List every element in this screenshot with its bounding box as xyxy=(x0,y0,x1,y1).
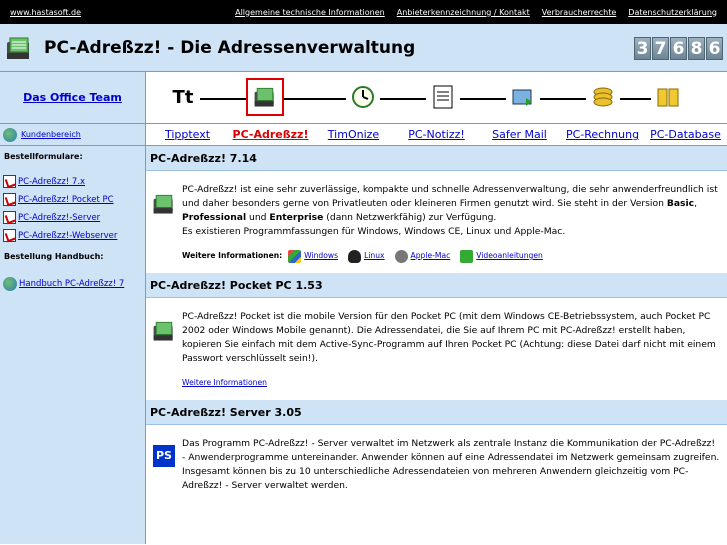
more-info-link[interactable]: Weitere Informationen xyxy=(182,376,267,390)
link-windows[interactable]: Windows xyxy=(304,249,338,263)
tab-pc-notizz[interactable]: PC-Notizz! xyxy=(395,128,478,141)
bestell-heading: Bestellformulare: xyxy=(4,152,83,161)
apple-icon xyxy=(394,249,408,263)
pdf-icon xyxy=(3,175,16,188)
pc-adresszz-icon[interactable] xyxy=(246,78,284,116)
section-body: PC-Adreßzz! ist eine sehr zuverlässige, … xyxy=(146,171,727,273)
address-book-icon xyxy=(153,194,173,214)
section-title: PC-Adreßzz! Pocket PC 1.53 xyxy=(146,273,727,298)
globe-icon xyxy=(3,277,17,291)
sidebar-item[interactable]: PC-Adreßzz!-Server xyxy=(3,211,142,224)
section-title: PC-Adreßzz! 7.14 xyxy=(146,146,727,171)
sidebar-item[interactable]: PC-Adreßzz!-Webserver xyxy=(3,229,142,242)
address-book-icon xyxy=(153,321,173,341)
tab-pc-rechnung[interactable]: PC-Rechnung xyxy=(561,128,644,141)
site-link[interactable]: www.hastasoft.de xyxy=(10,8,81,17)
pdf-icon xyxy=(3,211,16,224)
tab-tipptext[interactable]: Tipptext xyxy=(146,128,229,141)
clock-icon[interactable] xyxy=(346,80,380,114)
section-body: PS Das Programm PC-Adreßzz! - Server ver… xyxy=(146,425,727,503)
tipptext-icon[interactable]: Tt xyxy=(166,80,200,114)
header: PC-Adreßzz! - Die Adressenverwaltung 3 7… xyxy=(0,24,727,72)
windows-icon xyxy=(288,249,302,263)
sidebar-item[interactable]: PC-Adreßzz! Pocket PC xyxy=(3,193,142,206)
section-body: PC-Adreßzz! Pocket ist die mobile Versio… xyxy=(146,298,727,400)
tab-timonize[interactable]: TimOnize xyxy=(312,128,395,141)
more-info-links: Weitere Informationen: Windows Linux App… xyxy=(182,249,721,263)
top-bar: www.hastasoft.de Allgemeine technische I… xyxy=(0,0,727,24)
kundenbereich-icon xyxy=(3,127,17,142)
content: PC-Adreßzz! 7.14 PC-Adreßzz! ist eine se… xyxy=(146,146,727,544)
sidebar-item[interactable]: PC-Adreßzz! 7.x xyxy=(3,175,142,188)
sidebar: Bestellformulare: PC-Adreßzz! 7.x PC-Adr… xyxy=(0,146,146,544)
tab-pc-database[interactable]: PC-Database xyxy=(644,128,727,141)
link-tech-info[interactable]: Allgemeine technische Informationen xyxy=(235,8,385,17)
tab-row: Kundenbereich Tipptext PC-Adreßzz! TimOn… xyxy=(0,124,727,146)
office-team-link[interactable]: Das Office Team xyxy=(23,91,122,104)
safer-mail-icon[interactable] xyxy=(506,80,540,114)
handbuch-heading: Bestellung Handbuch: xyxy=(4,252,104,261)
link-linux[interactable]: Linux xyxy=(364,249,384,263)
link-videoanleitungen[interactable]: Videoanleitungen xyxy=(476,249,543,263)
link-verbraucherrechte[interactable]: Verbraucherrechte xyxy=(542,8,617,17)
section-description: PC-Adreßzz! Pocket ist die mobile Versio… xyxy=(182,311,716,364)
tab-safer-mail[interactable]: Safer Mail xyxy=(478,128,561,141)
page-title: PC-Adreßzz! - Die Adressenverwaltung xyxy=(44,37,416,58)
pdf-icon xyxy=(3,193,16,206)
address-book-icon xyxy=(7,37,29,59)
section-description: Das Programm PC-Adreßzz! - Server verwal… xyxy=(182,438,720,491)
visitor-counter: 3 7 6 8 6 xyxy=(633,37,723,60)
notepad-icon[interactable] xyxy=(426,80,460,114)
database-icon[interactable] xyxy=(651,80,685,114)
link-apple-mac[interactable]: Apple-Mac xyxy=(411,249,451,263)
kundenbereich-link[interactable]: Kundenbereich xyxy=(21,130,81,139)
product-nav: Das Office Team Tt xyxy=(0,72,727,124)
link-kontakt[interactable]: Anbieterkennzeichnung / Kontakt xyxy=(397,8,530,17)
coins-icon[interactable] xyxy=(586,80,620,114)
link-datenschutz[interactable]: Datenschutzerklärung xyxy=(628,8,717,17)
video-icon xyxy=(460,249,474,263)
pdf-icon xyxy=(3,229,16,242)
section-title: PC-Adreßzz! Server 3.05 xyxy=(146,400,727,425)
sidebar-item[interactable]: Handbuch PC-Adreßzz! 7 xyxy=(3,277,142,291)
tab-pc-adresszz[interactable]: PC-Adreßzz! xyxy=(229,128,312,141)
linux-icon xyxy=(348,249,362,263)
section-description: PC-Adreßzz! ist eine sehr zuverlässige, … xyxy=(182,184,718,237)
server-logo-icon: PS xyxy=(153,445,175,467)
